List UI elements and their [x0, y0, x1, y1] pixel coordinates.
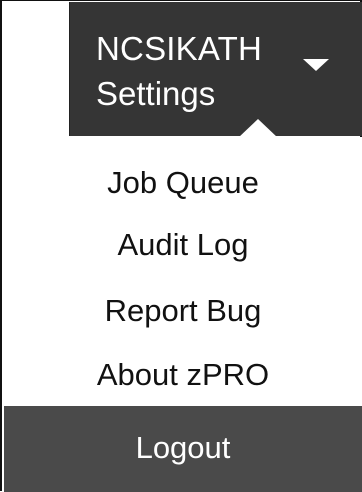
nav-spacer — [4, 2, 70, 136]
user-dropdown-frame: NCSIKATH Settings Job Queue Audit Log Re… — [0, 0, 362, 492]
menu-item-job-queue[interactable]: Job Queue — [4, 137, 362, 207]
settings-label: Settings — [96, 75, 216, 112]
caret-down-icon — [303, 59, 329, 71]
dropdown-menu: Job Queue Audit Log Report Bug About zPR… — [4, 137, 362, 406]
menu-item-about[interactable]: About zPRO — [4, 339, 362, 405]
logout-button[interactable]: Logout — [4, 406, 362, 492]
user-menu-toggle[interactable]: NCSIKATH Settings — [70, 2, 362, 138]
menu-item-audit-log[interactable]: Audit Log — [4, 207, 362, 273]
dropdown-pointer-icon — [238, 119, 278, 138]
user-name-label: NCSIKATH — [96, 30, 263, 67]
menu-item-report-bug[interactable]: Report Bug — [4, 273, 362, 339]
